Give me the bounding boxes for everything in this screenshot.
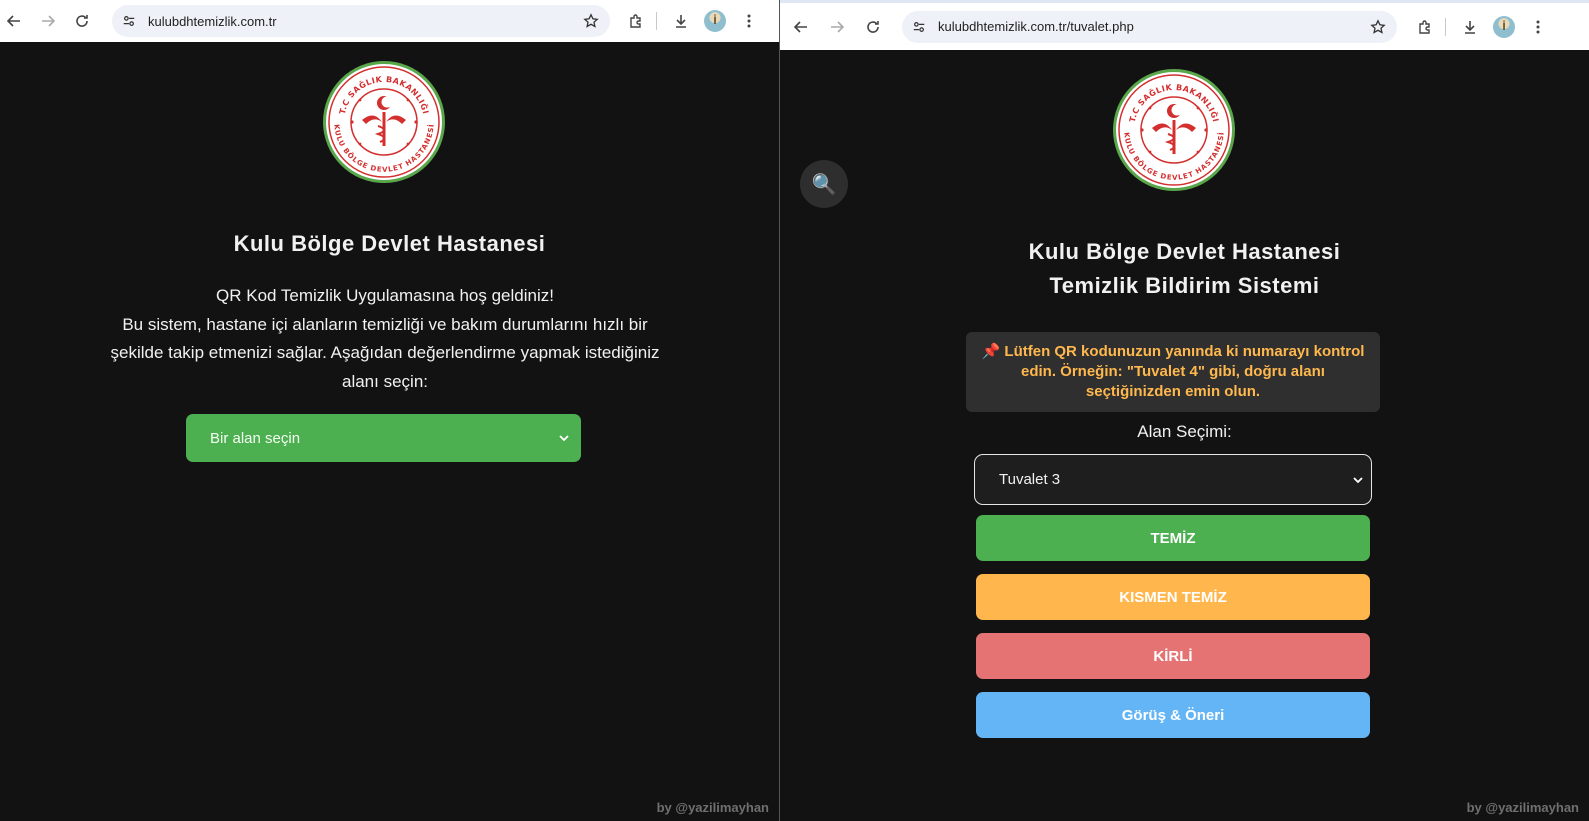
magnifier-icon: 🔍 [811,173,837,196]
area-select-value: Bir alan seçin [210,429,301,447]
page-title: Kulu Bölge Devlet Hastanesi [233,231,546,256]
profile-avatar[interactable]: İ [701,7,729,35]
tune-icon[interactable] [120,12,138,30]
area-select[interactable]: Bir alan seçin [186,414,581,462]
browser-toolbar: kulubdhtemizlik.com.tr İ [0,0,779,42]
partially-clean-button[interactable]: KISMEN TEMİZ [976,574,1370,620]
browser-window-left: kulubdhtemizlik.com.tr İ T.C SAĞLIK BAKA… [0,0,779,821]
puzzle-icon[interactable] [622,7,650,35]
download-icon[interactable] [667,7,695,35]
intro-text: QR Kod Temizlik Uygulamasına hoş geldini… [95,282,675,396]
chevron-down-icon [557,431,571,445]
address-bar[interactable]: kulubdhtemizlik.com.tr/tuvalet.php [902,10,1397,43]
search-button[interactable]: 🔍 [800,160,848,208]
url-text[interactable]: kulubdhtemizlik.com.tr/tuvalet.php [938,19,1369,34]
hospital-logo: T.C SAĞLIK BAKANLIĞI KULU BÖLGE DEVLET H… [322,60,446,184]
forward-arrow-icon[interactable] [34,7,62,35]
intro-description: Bu sistem, hastane içi alanların temizli… [110,314,660,391]
reload-icon[interactable] [859,13,887,41]
browser-window-right: kulubdhtemizlik.com.tr/tuvalet.php İ 🔍 T… [780,0,1589,821]
page-content: 🔍 T.C SAĞLIK BAKANLIĞI KULU BÖLGE DEVLET… [780,50,1589,821]
download-icon[interactable] [1456,13,1484,41]
area-select[interactable]: Tuvalet 3 [974,454,1372,505]
dirty-button[interactable]: KİRLİ [976,633,1370,679]
browser-toolbar: kulubdhtemizlik.com.tr/tuvalet.php İ [780,0,1589,50]
forward-arrow-icon[interactable] [823,13,851,41]
chevron-down-icon [1351,473,1365,487]
page-title-line2: Temizlik Bildirim Sistemi [1049,273,1320,298]
avatar: İ [704,10,726,32]
kebab-menu-icon[interactable] [735,7,763,35]
footer-credit: by @yazilimayhan [656,800,769,815]
page-content: T.C SAĞLIK BAKANLIĞI KULU BÖLGE DEVLET H… [0,42,779,821]
address-bar[interactable]: kulubdhtemizlik.com.tr [112,5,610,37]
toolbar-separator [1445,17,1446,36]
page-title-line1: Kulu Bölge Devlet Hastanesi [1028,239,1341,264]
puzzle-icon[interactable] [1411,13,1439,41]
notice-box: 📌 Lütfen QR kodunuzun yanında ki numaray… [966,332,1380,412]
star-icon[interactable] [1369,18,1387,36]
hospital-logo: T.C SAĞLIK BAKANLIĞI KULU BÖLGE DEVLET H… [1112,68,1236,192]
toolbar-separator [656,12,657,30]
area-select-value: Tuvalet 3 [999,471,1061,488]
page-title: Kulu Bölge Devlet Hastanesi Temizlik Bil… [780,235,1589,303]
avatar: İ [1493,15,1515,38]
star-icon[interactable] [582,12,600,30]
screen: kulubdhtemizlik.com.tr İ T.C SAĞLIK BAKA… [0,0,1589,821]
back-arrow-icon[interactable] [0,7,28,35]
kebab-menu-icon[interactable] [1524,13,1552,41]
clean-button[interactable]: TEMİZ [976,515,1370,561]
area-select-label: Alan Seçimi: [1137,422,1232,441]
footer-credit: by @yazilimayhan [1466,800,1579,815]
tune-icon[interactable] [910,18,928,36]
profile-avatar[interactable]: İ [1490,13,1518,41]
url-text[interactable]: kulubdhtemizlik.com.tr [148,14,582,29]
intro-welcome: QR Kod Temizlik Uygulamasına hoş geldini… [216,286,554,305]
feedback-button[interactable]: Görüş & Öneri [976,692,1370,738]
back-arrow-icon[interactable] [787,13,815,41]
reload-icon[interactable] [68,7,96,35]
